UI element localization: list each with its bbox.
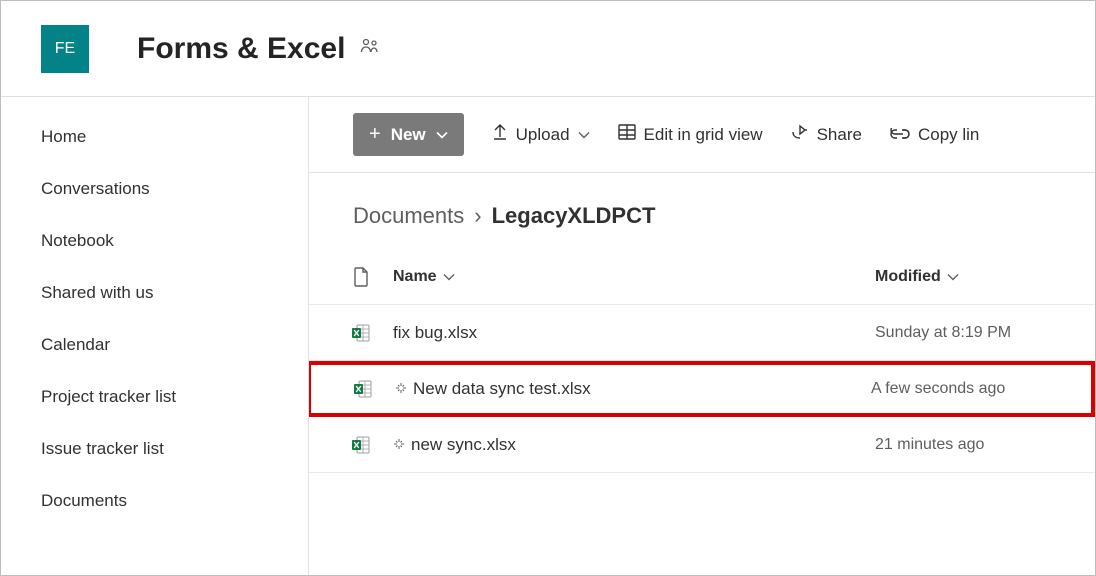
link-icon bbox=[890, 125, 910, 145]
column-header-row: Name Modified bbox=[309, 249, 1095, 305]
excel-icon bbox=[329, 323, 393, 343]
modified-cell: 21 minutes ago bbox=[875, 436, 1095, 454]
table-row[interactable]: new sync.xlsx 21 minutes ago bbox=[309, 417, 1095, 473]
file-name-text: new sync.xlsx bbox=[411, 435, 516, 455]
page-title: Forms & Excel bbox=[137, 32, 345, 66]
new-button[interactable]: + New bbox=[353, 113, 464, 156]
share-icon bbox=[791, 124, 809, 145]
file-name[interactable]: new sync.xlsx bbox=[393, 435, 875, 455]
chevron-down-icon bbox=[436, 128, 448, 142]
breadcrumb: Documents › LegacyXLDPCT bbox=[309, 173, 1095, 249]
share-button[interactable]: Share bbox=[791, 124, 862, 145]
new-indicator-icon bbox=[393, 438, 405, 452]
share-label: Share bbox=[817, 125, 862, 145]
copy-link-button[interactable]: Copy lin bbox=[890, 125, 979, 145]
main-content: + New Upload Edit in grid view bbox=[309, 97, 1095, 575]
table-row[interactable]: New data sync test.xlsx A few seconds ag… bbox=[309, 361, 1095, 417]
upload-button[interactable]: Upload bbox=[492, 123, 590, 146]
table-row[interactable]: fix bug.xlsx Sunday at 8:19 PM bbox=[309, 305, 1095, 361]
sidebar-item-documents[interactable]: Documents bbox=[1, 475, 308, 527]
breadcrumb-current: LegacyXLDPCT bbox=[492, 203, 656, 229]
breadcrumb-root[interactable]: Documents bbox=[353, 203, 464, 229]
sidebar: Home Conversations Notebook Shared with … bbox=[1, 97, 309, 575]
new-button-label: New bbox=[391, 125, 426, 145]
chevron-right-icon: › bbox=[474, 203, 481, 229]
chevron-down-icon bbox=[578, 128, 590, 142]
plus-icon: + bbox=[369, 123, 381, 146]
file-name[interactable]: New data sync test.xlsx bbox=[395, 379, 871, 399]
teams-icon[interactable] bbox=[359, 38, 381, 59]
upload-icon bbox=[492, 123, 508, 146]
file-name-text: fix bug.xlsx bbox=[393, 323, 477, 343]
modified-cell: Sunday at 8:19 PM bbox=[875, 324, 1095, 342]
name-column-label: Name bbox=[393, 268, 437, 286]
excel-icon bbox=[331, 379, 395, 399]
header: FE Forms & Excel bbox=[1, 1, 1095, 97]
site-avatar: FE bbox=[41, 25, 89, 73]
sidebar-item-conversations[interactable]: Conversations bbox=[1, 163, 308, 215]
modified-column-label: Modified bbox=[875, 268, 941, 286]
sidebar-item-issue-tracker[interactable]: Issue tracker list bbox=[1, 423, 308, 475]
sidebar-item-home[interactable]: Home bbox=[1, 111, 308, 163]
chevron-down-icon bbox=[443, 270, 455, 284]
edit-grid-button[interactable]: Edit in grid view bbox=[618, 124, 763, 145]
excel-icon bbox=[329, 435, 393, 455]
grid-icon bbox=[618, 124, 636, 145]
edit-grid-label: Edit in grid view bbox=[644, 125, 763, 145]
file-list: fix bug.xlsx Sunday at 8:19 PM New data … bbox=[309, 305, 1095, 473]
new-indicator-icon bbox=[395, 382, 407, 396]
modified-cell: A few seconds ago bbox=[871, 380, 1091, 398]
modified-column-header[interactable]: Modified bbox=[875, 268, 1095, 286]
file-name-text: New data sync test.xlsx bbox=[413, 379, 591, 399]
file-name[interactable]: fix bug.xlsx bbox=[393, 323, 875, 343]
toolbar: + New Upload Edit in grid view bbox=[309, 97, 1095, 173]
sidebar-item-project-tracker[interactable]: Project tracker list bbox=[1, 371, 308, 423]
file-type-column-icon[interactable] bbox=[329, 267, 393, 287]
sidebar-item-shared[interactable]: Shared with us bbox=[1, 267, 308, 319]
copy-link-label: Copy lin bbox=[918, 125, 979, 145]
sidebar-item-notebook[interactable]: Notebook bbox=[1, 215, 308, 267]
upload-label: Upload bbox=[516, 125, 570, 145]
name-column-header[interactable]: Name bbox=[393, 268, 875, 286]
chevron-down-icon bbox=[947, 270, 959, 284]
sidebar-item-calendar[interactable]: Calendar bbox=[1, 319, 308, 371]
